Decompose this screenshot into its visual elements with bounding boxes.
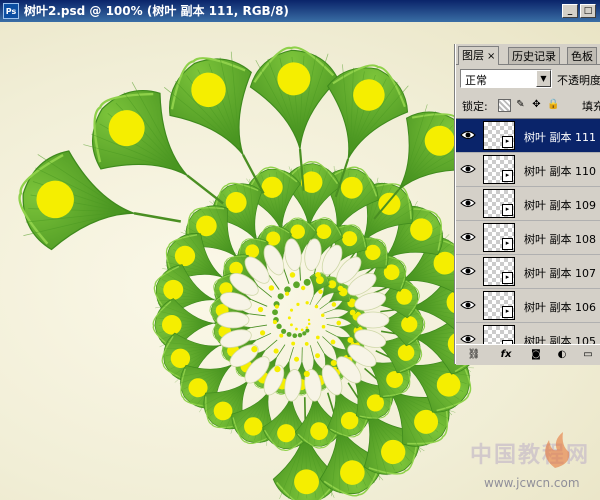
photoshop-icon: Ps bbox=[3, 3, 19, 19]
tab-layers[interactable]: 图层 × bbox=[458, 46, 500, 65]
smart-object-icon: ▸ bbox=[502, 272, 513, 284]
layer-row[interactable]: ▸ 树叶 副本 107 bbox=[456, 255, 600, 289]
fill-label: 填充 bbox=[582, 100, 600, 113]
lock-row: 锁定: ✎ ✥ 🔒 填充 bbox=[462, 96, 600, 114]
mask-icon[interactable]: ◙ bbox=[528, 348, 544, 362]
eye-icon[interactable] bbox=[460, 299, 476, 311]
layer-thumbnail: ▸ bbox=[483, 155, 515, 184]
lock-transparency-icon[interactable] bbox=[498, 99, 511, 112]
eye-icon[interactable] bbox=[460, 163, 476, 175]
folder-icon[interactable]: ▭ bbox=[580, 348, 596, 362]
layer-name: 树叶 副本 110 bbox=[524, 165, 596, 178]
watermark-logo-icon bbox=[545, 432, 570, 468]
eye-icon[interactable] bbox=[460, 265, 476, 277]
layer-row[interactable]: ▸ 树叶 副本 108 bbox=[456, 221, 600, 255]
smart-object-icon: ▸ bbox=[502, 238, 513, 250]
layer-thumbnail: ▸ bbox=[483, 121, 515, 150]
panel-tabs: 图层 × 历史记录 色板 bbox=[456, 44, 600, 65]
link-icon[interactable]: ⛓ bbox=[466, 348, 482, 362]
blend-mode-select[interactable]: 正常 ▼ bbox=[460, 69, 552, 88]
layer-row[interactable]: ▸ 树叶 副本 106 bbox=[456, 289, 600, 323]
minimize-button[interactable]: _ bbox=[562, 4, 578, 18]
layer-name: 树叶 副本 108 bbox=[524, 233, 596, 246]
smart-object-icon: ▸ bbox=[502, 306, 513, 318]
fx-icon[interactable]: fx bbox=[498, 348, 514, 362]
layers-panel: 图层 × 历史记录 色板 正常 ▼ 不透明度 锁定: ✎ ✥ 🔒 填充 ▸ 树叶 副… bbox=[455, 44, 600, 365]
close-icon[interactable]: × bbox=[487, 51, 495, 62]
layer-name: 树叶 副本 107 bbox=[524, 267, 596, 280]
brush-icon[interactable]: ✎ bbox=[515, 99, 526, 110]
layer-thumbnail: ▸ bbox=[483, 325, 515, 345]
layer-thumbnail: ▸ bbox=[483, 291, 515, 320]
document-title: 树叶2.psd @ 100% (树叶 副本 111, RGB/8) bbox=[24, 4, 289, 18]
eye-icon[interactable] bbox=[460, 231, 476, 243]
layer-thumbnail: ▸ bbox=[483, 257, 515, 286]
adjustment-icon[interactable]: ◐ bbox=[554, 348, 570, 362]
chevron-down-icon[interactable]: ▼ bbox=[536, 70, 551, 87]
title-bar[interactable]: Ps 树叶2.psd @ 100% (树叶 副本 111, RGB/8) _ □ bbox=[0, 0, 600, 22]
opacity-label: 不透明度 bbox=[557, 74, 600, 87]
layer-row[interactable]: ▸ 树叶 副本 105 bbox=[456, 323, 600, 345]
eye-icon[interactable] bbox=[460, 129, 476, 141]
layer-name: 树叶 副本 111 bbox=[524, 131, 596, 144]
smart-object-icon: ▸ bbox=[502, 136, 513, 148]
blend-mode-value: 正常 bbox=[465, 74, 487, 87]
maximize-button[interactable]: □ bbox=[580, 4, 596, 18]
tab-history[interactable]: 历史记录 bbox=[508, 47, 560, 64]
lock-icon[interactable]: 🔒 bbox=[547, 99, 559, 110]
layer-list: ▸ 树叶 副本 111 ▸ 树叶 副本 110 ▸ 树叶 副本 109 ▸ 树叶 副本 108… bbox=[456, 118, 600, 345]
layer-thumbnail: ▸ bbox=[483, 189, 515, 218]
watermark-url: www.jcwcn.com bbox=[484, 476, 580, 490]
layer-name: 树叶 副本 109 bbox=[524, 199, 596, 212]
lock-label: 锁定: bbox=[462, 100, 488, 113]
layer-row[interactable]: ▸ 树叶 副本 111 bbox=[456, 119, 600, 153]
eye-icon[interactable] bbox=[460, 197, 476, 209]
tab-swatches[interactable]: 色板 bbox=[567, 47, 597, 64]
layer-row[interactable]: ▸ 树叶 副本 109 bbox=[456, 187, 600, 221]
layer-thumbnail: ▸ bbox=[483, 223, 515, 252]
move-icon[interactable]: ✥ bbox=[531, 99, 542, 110]
watermark: 中国教程网 www.jcwcn.com bbox=[440, 432, 600, 500]
layer-row[interactable]: ▸ 树叶 副本 110 bbox=[456, 153, 600, 187]
smart-object-icon: ▸ bbox=[502, 170, 513, 182]
panel-bottom-bar: ⛓ fx ◙ ◐ ▭ bbox=[456, 344, 600, 365]
layer-name: 树叶 副本 106 bbox=[524, 301, 596, 314]
smart-object-icon: ▸ bbox=[502, 204, 513, 216]
